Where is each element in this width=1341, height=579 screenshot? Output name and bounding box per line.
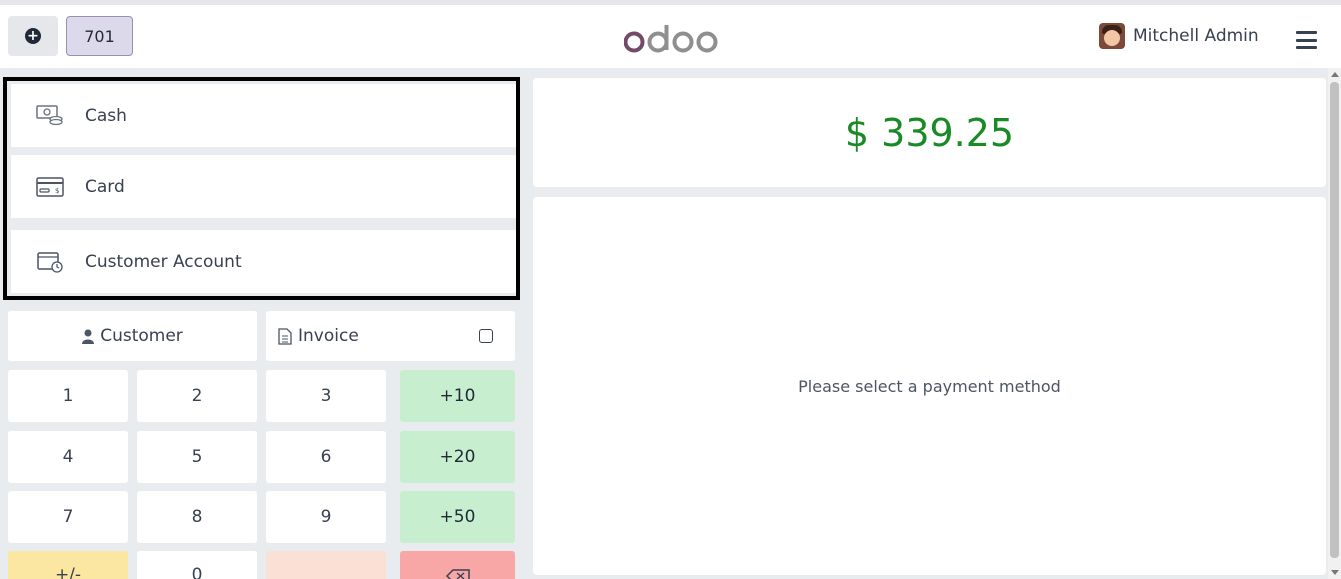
odoo-logo <box>624 25 718 53</box>
payment-total-panel: $ 339.25 <box>533 78 1326 187</box>
numpad-key-1[interactable]: 1 <box>8 370 128 422</box>
invoice-button[interactable]: Invoice <box>266 311 515 361</box>
numpad-key-backspace[interactable] <box>400 551 515 579</box>
numpad-key-6[interactable]: 6 <box>266 431 386 483</box>
numpad-key-3[interactable]: 3 <box>266 370 386 422</box>
svg-text:$: $ <box>55 187 59 195</box>
payment-method-cash[interactable]: Cash <box>11 84 516 147</box>
payment-method-label: Customer Account <box>85 251 242 272</box>
order-number: 701 <box>84 26 115 46</box>
user-icon <box>82 329 95 344</box>
numpad-key-0[interactable]: 0 <box>137 551 257 579</box>
numpad-key-8[interactable]: 8 <box>137 491 257 543</box>
total-due: $ 339.25 <box>844 110 1015 155</box>
customer-account-icon <box>37 252 63 273</box>
payment-method-card[interactable]: $ Card <box>11 155 516 218</box>
invoice-checkbox[interactable] <box>479 329 493 343</box>
new-order-button[interactable]: + <box>8 16 58 56</box>
numpad-key-5[interactable]: 5 <box>137 431 257 483</box>
top-bar: + 701 Mitchell Admin <box>0 0 1341 68</box>
invoice-label: Invoice <box>298 326 359 346</box>
payment-lines-panel: Please select a payment method <box>533 197 1326 575</box>
numpad-key-plus-50[interactable]: +50 <box>400 491 515 543</box>
order-tab-button[interactable]: 701 <box>66 16 133 56</box>
numpad-key-7[interactable]: 7 <box>8 491 128 543</box>
vertical-scrollbar[interactable] <box>1328 68 1341 579</box>
numpad-key-plus-20[interactable]: +20 <box>400 431 515 483</box>
plus-circle-icon: + <box>25 28 41 44</box>
numpad-key-decimal[interactable] <box>266 551 386 579</box>
card-icon: $ <box>36 177 64 197</box>
numpad-key-4[interactable]: 4 <box>8 431 128 483</box>
payment-methods-list: Cash $ Card Customer Account <box>3 77 520 300</box>
backspace-icon <box>445 569 470 579</box>
numpad-key-9[interactable]: 9 <box>266 491 386 543</box>
payment-method-customer-account[interactable]: Customer Account <box>11 230 516 293</box>
empty-state-message: Please select a payment method <box>798 376 1061 396</box>
customer-label: Customer <box>100 326 183 346</box>
scroll-up-icon[interactable] <box>1331 72 1339 77</box>
numpad-key-2[interactable]: 2 <box>137 370 257 422</box>
numpad-key-sign[interactable]: +/- <box>8 551 128 579</box>
numpad-key-plus-10[interactable]: +10 <box>400 370 515 422</box>
hamburger-icon[interactable] <box>1296 31 1317 49</box>
scroll-down-icon[interactable] <box>1331 570 1339 575</box>
document-icon <box>278 327 292 345</box>
scroll-thumb[interactable] <box>1330 82 1339 558</box>
customer-button[interactable]: Customer <box>8 311 257 361</box>
avatar <box>1099 23 1125 49</box>
payment-method-label: Cash <box>85 105 127 126</box>
cash-icon <box>36 105 63 126</box>
user-menu[interactable]: Mitchell Admin <box>1099 23 1259 49</box>
user-name: Mitchell Admin <box>1133 26 1259 46</box>
payment-method-label: Card <box>85 176 125 197</box>
